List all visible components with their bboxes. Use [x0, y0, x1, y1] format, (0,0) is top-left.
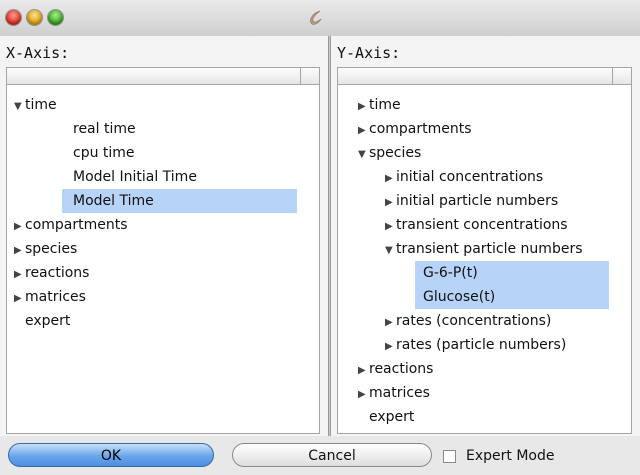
expanded-triangle-icon[interactable]: ▼: [358, 143, 369, 167]
minimize-window-button[interactable]: [27, 10, 42, 25]
tree-node-x-compartments[interactable]: ▶ compartments: [14, 213, 128, 237]
x-axis-tree-header[interactable]: [6, 67, 320, 85]
expert-mode-checkbox[interactable]: [443, 450, 456, 463]
tree-item-x-model-initial-time[interactable]: Model Initial Time: [73, 165, 197, 189]
collapsed-triangle-icon[interactable]: ▶: [14, 215, 25, 239]
tree-node-y-compartments[interactable]: ▶ compartments: [358, 117, 472, 141]
button-bar: OK Cancel Expert Mode: [0, 436, 640, 475]
tree-item-x-cpu-time[interactable]: cpu time: [73, 141, 135, 165]
tree-node-y-reactions[interactable]: ▶ reactions: [358, 357, 433, 381]
tree-node-x-time[interactable]: ▼ time: [14, 93, 57, 117]
collapsed-triangle-icon[interactable]: ▶: [385, 215, 396, 239]
x-axis-tree[interactable]: ▼ time real time cpu time Model Initial T…: [6, 85, 320, 434]
collapsed-triangle-icon[interactable]: ▶: [358, 383, 369, 407]
collapsed-triangle-icon[interactable]: ▶: [358, 359, 369, 383]
x-axis-label: X-Axis:: [6, 44, 70, 62]
tree-node-x-species[interactable]: ▶ species: [14, 237, 77, 261]
copasi-icon: [310, 10, 322, 25]
collapsed-triangle-icon[interactable]: ▶: [358, 95, 369, 119]
tree-node-y-species[interactable]: ▼ species: [358, 141, 421, 165]
tree-node-y-matrices[interactable]: ▶ matrices: [358, 381, 430, 405]
tree-node-y-time[interactable]: ▶ time: [358, 93, 401, 117]
tree-item-y-g6p[interactable]: G-6-P(t): [415, 261, 609, 285]
cancel-button[interactable]: Cancel: [232, 443, 432, 467]
collapsed-triangle-icon[interactable]: ▶: [14, 239, 25, 263]
y-axis-label: Y-Axis:: [337, 44, 401, 62]
y-axis-tree-header[interactable]: [337, 67, 632, 85]
tree-item-x-real-time[interactable]: real time: [73, 117, 136, 141]
expert-mode-label[interactable]: Expert Mode: [466, 445, 554, 467]
tree-node-y-rates-particle-numbers[interactable]: ▶ rates (particle numbers): [385, 333, 566, 357]
expanded-triangle-icon[interactable]: ▼: [385, 239, 396, 263]
collapsed-triangle-icon[interactable]: ▶: [385, 311, 396, 335]
tree-node-y-initial-particle-numbers[interactable]: ▶ initial particle numbers: [385, 189, 558, 213]
tree-item-y-glucose[interactable]: Glucose(t): [415, 285, 609, 309]
collapsed-triangle-icon[interactable]: ▶: [385, 167, 396, 191]
close-window-button[interactable]: [6, 10, 21, 25]
tree-node-x-matrices[interactable]: ▶ matrices: [14, 285, 86, 309]
x-axis-panel: X-Axis: ▼ time real time cpu time Model I…: [0, 36, 328, 436]
title-bar: [0, 0, 640, 37]
collapsed-triangle-icon[interactable]: ▶: [358, 119, 369, 143]
ok-button[interactable]: OK: [8, 443, 214, 467]
tree-item-y-expert[interactable]: expert: [369, 405, 414, 429]
tree-node-y-transient-concentrations[interactable]: ▶ transient concentrations: [385, 213, 568, 237]
tree-item-x-model-time[interactable]: Model Time: [62, 189, 297, 213]
expanded-triangle-icon[interactable]: ▼: [14, 95, 25, 119]
collapsed-triangle-icon[interactable]: ▶: [385, 191, 396, 215]
tree-node-y-initial-concentrations[interactable]: ▶ initial concentrations: [385, 165, 543, 189]
collapsed-triangle-icon[interactable]: ▶: [14, 263, 25, 287]
tree-item-x-expert[interactable]: expert: [25, 309, 70, 333]
tree-node-y-rates-concentrations[interactable]: ▶ rates (concentrations): [385, 309, 551, 333]
tree-node-x-reactions[interactable]: ▶ reactions: [14, 261, 89, 285]
zoom-window-button[interactable]: [48, 10, 63, 25]
collapsed-triangle-icon[interactable]: ▶: [14, 287, 25, 311]
collapsed-triangle-icon[interactable]: ▶: [385, 335, 396, 359]
y-axis-panel: Y-Axis: ▶ time ▶ compartments ▼ species ▶ in…: [331, 36, 640, 436]
tree-node-y-transient-particle-numbers[interactable]: ▼ transient particle numbers: [385, 237, 583, 261]
y-axis-tree[interactable]: ▶ time ▶ compartments ▼ species ▶ initial co…: [337, 85, 632, 434]
